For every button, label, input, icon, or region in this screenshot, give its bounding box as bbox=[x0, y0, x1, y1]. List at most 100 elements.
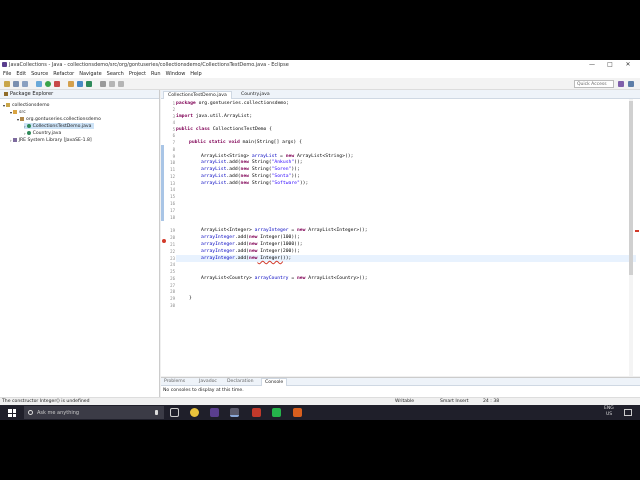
menu-project[interactable]: Project bbox=[129, 71, 146, 77]
tab-javadoc[interactable]: Javadoc bbox=[199, 379, 217, 384]
menu-search[interactable]: Search bbox=[107, 71, 124, 77]
error-icon[interactable] bbox=[162, 239, 166, 243]
chevron-down-icon[interactable]: ▾ bbox=[3, 103, 5, 108]
chrome-icon[interactable] bbox=[190, 408, 199, 417]
tab-declaration[interactable]: Declaration bbox=[227, 379, 253, 384]
package-explorer: Package Explorer ▾ collectionsdemo ▾ src… bbox=[0, 90, 160, 397]
line-number: 14 bbox=[170, 187, 175, 192]
tree-item-project[interactable]: ▾ collectionsdemo bbox=[3, 102, 49, 108]
scrollbar-thumb[interactable] bbox=[629, 101, 633, 275]
app-orange-icon[interactable] bbox=[293, 408, 302, 417]
microphone-icon[interactable] bbox=[155, 410, 158, 415]
tab-label: Country.java bbox=[241, 92, 270, 97]
code-line-10: arrayList.add(new String("Ankush")); bbox=[201, 160, 303, 165]
menu-window[interactable]: Window bbox=[166, 71, 186, 77]
eclipse-taskbar-icon[interactable] bbox=[210, 408, 219, 417]
line-number: 10 bbox=[170, 160, 175, 165]
new-class-icon[interactable] bbox=[86, 81, 92, 87]
editor-scrollbar[interactable] bbox=[629, 99, 633, 376]
menu-bar: File Edit Source Refactor Navigate Searc… bbox=[0, 69, 640, 78]
menu-file[interactable]: File bbox=[3, 71, 11, 77]
line-number: 21 bbox=[170, 242, 175, 247]
tab-console[interactable]: Console bbox=[261, 378, 288, 386]
debug-perspective-icon[interactable] bbox=[628, 81, 634, 87]
title-bar: JavaCollections - Java - collectionsdemo… bbox=[0, 60, 640, 69]
code-editor[interactable]: CollectionsTestDemo.java Country.java 12… bbox=[161, 90, 640, 376]
line-number: 4 bbox=[172, 120, 175, 125]
minimize-button[interactable]: — bbox=[584, 60, 600, 69]
code-line-20: arrayInteger.add(new Integer(100)); bbox=[201, 235, 300, 240]
line-number: 13 bbox=[170, 181, 175, 186]
tab-label: CollectionsTestDemo.java bbox=[168, 93, 227, 98]
tree-item-jre[interactable]: › JRE System Library [JavaSE-1.8] bbox=[10, 137, 92, 143]
tree-item-package[interactable]: ▾ org.gontuseries.collectionsdemo bbox=[17, 116, 101, 122]
search-icon[interactable] bbox=[100, 81, 106, 87]
menu-edit[interactable]: Edit bbox=[16, 71, 26, 77]
language-indicator[interactable]: ENG bbox=[604, 406, 614, 411]
change-marker bbox=[161, 145, 164, 221]
chevron-right-icon[interactable]: › bbox=[24, 131, 26, 136]
error-overview-marker[interactable] bbox=[635, 230, 639, 232]
package-icon bbox=[20, 117, 25, 121]
save-icon[interactable] bbox=[13, 81, 19, 87]
app-green-icon[interactable] bbox=[272, 408, 281, 417]
app-red-icon[interactable] bbox=[252, 408, 261, 417]
chevron-right-icon[interactable]: › bbox=[24, 124, 26, 129]
java-perspective-icon[interactable] bbox=[618, 81, 624, 87]
windows-start-icon[interactable] bbox=[8, 409, 16, 417]
tree-item-country[interactable]: › Country.java bbox=[24, 130, 61, 136]
line-number: 15 bbox=[170, 194, 175, 199]
line-number: 2 bbox=[172, 107, 175, 112]
java-file-icon bbox=[26, 124, 31, 128]
run-icon[interactable] bbox=[45, 81, 51, 87]
debug-icon[interactable] bbox=[36, 81, 42, 87]
active-app-icon[interactable] bbox=[230, 408, 239, 417]
tree-item-src[interactable]: ▾ src bbox=[10, 109, 26, 115]
new-java-project-icon[interactable] bbox=[68, 81, 74, 87]
code-line-5: public class CollectionsTestDemo { bbox=[176, 127, 272, 132]
main-toolbar: Quick Access bbox=[0, 78, 640, 90]
menu-refactor[interactable]: Refactor bbox=[53, 71, 74, 77]
tab-country[interactable]: Country.java bbox=[237, 91, 274, 99]
tree-item-collectionstestdemo[interactable]: › CollectionsTestDemo.java bbox=[24, 123, 95, 129]
task-view-icon[interactable] bbox=[170, 408, 179, 417]
line-number: 25 bbox=[170, 269, 175, 274]
maximize-button[interactable]: □ bbox=[602, 60, 618, 69]
save-all-icon[interactable] bbox=[22, 81, 28, 87]
region-indicator[interactable]: US bbox=[606, 412, 612, 417]
chevron-right-icon[interactable]: › bbox=[10, 138, 12, 143]
menu-source[interactable]: Source bbox=[31, 71, 48, 77]
new-package-icon[interactable] bbox=[77, 81, 83, 87]
new-icon[interactable] bbox=[4, 81, 10, 87]
tab-problems[interactable]: Problems bbox=[164, 379, 185, 384]
project-icon bbox=[6, 103, 11, 107]
tree-label: CollectionsTestDemo.java bbox=[32, 123, 92, 129]
quick-access-input[interactable]: Quick Access bbox=[574, 80, 614, 88]
line-number: 11 bbox=[170, 167, 175, 172]
line-number-gutter: 1 2 3 4 5 6 7 8 9 10 11 12 13 14 15 16 17 18 19 20 21 22 23 24 2… bbox=[161, 99, 176, 376]
console-message: No consoles to display at this time. bbox=[163, 388, 244, 393]
menu-run[interactable]: Run bbox=[151, 71, 161, 77]
menu-help[interactable]: Help bbox=[190, 71, 201, 77]
line-number: 3 bbox=[172, 114, 175, 119]
close-button[interactable]: ✕ bbox=[620, 60, 636, 69]
taskbar-search-box[interactable]: Ask me anything bbox=[24, 406, 164, 419]
taskbar-search-placeholder: Ask me anything bbox=[37, 409, 80, 416]
code-line-13: arrayList.add(new String("Software")); bbox=[201, 181, 309, 186]
menu-navigate[interactable]: Navigate bbox=[79, 71, 101, 77]
line-number: 18 bbox=[170, 215, 175, 220]
line-number: 28 bbox=[170, 289, 175, 294]
package-explorer-tab[interactable]: Package Explorer bbox=[0, 90, 159, 99]
forward-icon[interactable] bbox=[118, 81, 124, 87]
back-icon[interactable] bbox=[109, 81, 115, 87]
line-number: 20 bbox=[170, 235, 175, 240]
tab-collectionstestdemo[interactable]: CollectionsTestDemo.java bbox=[163, 91, 232, 99]
line-number: 23 bbox=[170, 256, 175, 261]
window-title: JavaCollections - Java - collectionsdemo… bbox=[9, 61, 289, 68]
notifications-icon[interactable] bbox=[624, 409, 632, 416]
chevron-down-icon[interactable]: ▾ bbox=[17, 117, 19, 122]
chevron-down-icon[interactable]: ▾ bbox=[10, 110, 12, 115]
external-tools-icon[interactable] bbox=[54, 81, 60, 87]
status-writable: Writable bbox=[395, 399, 415, 404]
editor-tabs: CollectionsTestDemo.java Country.java bbox=[161, 90, 640, 99]
